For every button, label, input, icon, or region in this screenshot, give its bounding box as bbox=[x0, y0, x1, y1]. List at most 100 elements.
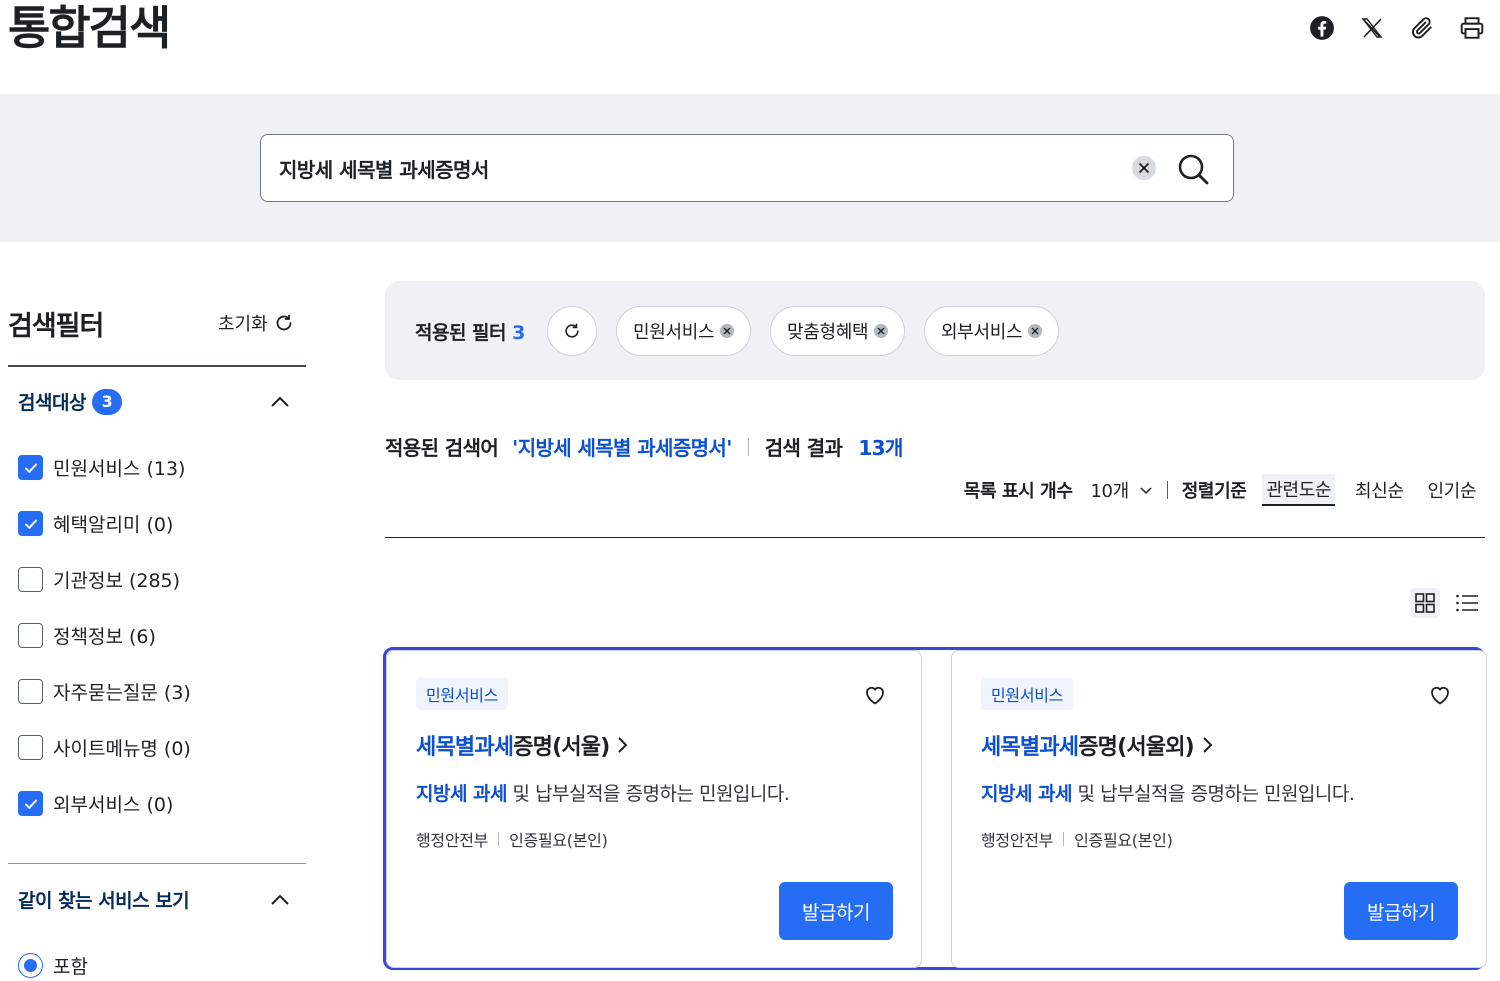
refresh-icon bbox=[276, 314, 292, 331]
view-toggle bbox=[1410, 588, 1482, 618]
chevron-up-icon[interactable] bbox=[268, 888, 292, 912]
sort-option-latest[interactable]: 최신순 bbox=[1351, 475, 1407, 505]
divider bbox=[498, 832, 500, 846]
reset-label: 초기화 bbox=[218, 314, 268, 335]
result-divider bbox=[385, 537, 1485, 538]
checkbox-row[interactable]: 민원서비스 (13) bbox=[18, 454, 185, 481]
card-desc-text: 및 납부실적을 증명하는 민원입니다. bbox=[507, 783, 790, 805]
card-meta: 행정안전부 인증필요(본인) bbox=[981, 827, 1173, 851]
filter-reset-button[interactable]: 초기화 bbox=[218, 310, 294, 336]
checkbox-row[interactable]: 정책정보 (6) bbox=[18, 622, 156, 649]
checkbox-row[interactable]: 기관정보 (285) bbox=[18, 566, 180, 593]
sidebar-divider bbox=[8, 365, 306, 367]
check-icon bbox=[24, 799, 37, 809]
filter-chip[interactable]: 맞춤형혜택 bbox=[770, 306, 906, 356]
checkbox-label: 외부서비스 (0) bbox=[53, 794, 174, 816]
search-button[interactable] bbox=[1175, 151, 1211, 187]
checkbox-label: 정책정보 (6) bbox=[53, 626, 156, 648]
page-size-select[interactable]: 10개 bbox=[1090, 477, 1152, 503]
issue-button[interactable]: 발급하기 bbox=[1344, 882, 1458, 940]
result-card-group: 민원서비스 세목별과세증명(서울) 지방세 과세 및 납부실적을 증명하는 민원… bbox=[383, 647, 1487, 970]
radio-button[interactable] bbox=[18, 953, 43, 978]
card-desc-text: 및 납부실적을 증명하는 민원입니다. bbox=[1072, 783, 1355, 805]
card-category-tag: 민원서비스 bbox=[416, 678, 509, 710]
applied-filters-box: 적용된 필터 3 민원서비스 맞춤형혜택 외부서비스 bbox=[385, 281, 1485, 380]
search-input[interactable] bbox=[279, 135, 1119, 201]
clear-search-button[interactable] bbox=[1132, 156, 1156, 180]
checkbox[interactable] bbox=[18, 623, 43, 648]
section-title: 같이 찾는 서비스 보기 bbox=[18, 890, 190, 912]
checkbox[interactable] bbox=[18, 735, 43, 760]
link-icon[interactable] bbox=[1408, 14, 1436, 42]
close-icon bbox=[1138, 162, 1150, 174]
grid-view-button[interactable] bbox=[1410, 588, 1440, 618]
checkbox[interactable] bbox=[18, 455, 43, 480]
sort-option-popular[interactable]: 인기순 bbox=[1424, 475, 1480, 505]
share-toolbar bbox=[1308, 14, 1486, 42]
checkbox-label: 자주묻는질문 (3) bbox=[53, 682, 191, 704]
checkbox-label: 민원서비스 (13) bbox=[53, 458, 186, 480]
card-organization: 행정안전부 bbox=[416, 831, 489, 850]
chevron-down-icon bbox=[1140, 487, 1152, 495]
filter-chip[interactable]: 민원서비스 bbox=[616, 306, 752, 356]
issue-button[interactable]: 발급하기 bbox=[779, 882, 893, 940]
result-label: 검색 결과 bbox=[764, 436, 843, 460]
checkbox-row[interactable]: 외부서비스 (0) bbox=[18, 790, 173, 817]
section-title: 검색대상 bbox=[18, 392, 86, 414]
checkbox[interactable] bbox=[18, 791, 43, 816]
search-box bbox=[260, 134, 1234, 202]
checkbox-label: 혜택알리미 (0) bbox=[53, 514, 174, 536]
checkbox-row[interactable]: 혜택알리미 (0) bbox=[18, 510, 173, 537]
section-related-services[interactable]: 같이 찾는 서비스 보기 bbox=[18, 886, 190, 913]
x-icon[interactable] bbox=[1358, 14, 1386, 42]
check-icon bbox=[24, 463, 37, 473]
close-icon[interactable] bbox=[874, 324, 889, 338]
card-category-tag: 민원서비스 bbox=[981, 678, 1074, 710]
list-icon bbox=[1456, 594, 1478, 612]
section-search-target[interactable]: 검색대상 3 bbox=[18, 388, 122, 415]
grid-icon bbox=[1415, 593, 1435, 613]
close-icon[interactable] bbox=[720, 324, 735, 338]
keyword-label: 적용된 검색어 bbox=[385, 436, 499, 460]
radio-include[interactable]: 포함 bbox=[18, 952, 88, 979]
card-title-link[interactable]: 세목별과세증명(서울) bbox=[416, 729, 631, 761]
sort-bar: 목록 표시 개수 10개 정렬기준 관련도순 최신순 인기순 bbox=[964, 474, 1480, 506]
close-icon[interactable] bbox=[1028, 324, 1043, 338]
count-badge: 3 bbox=[91, 388, 122, 415]
card-desc-highlight: 지방세 과세 bbox=[981, 783, 1073, 805]
checkbox-row[interactable]: 자주묻는질문 (3) bbox=[18, 678, 191, 705]
chevron-up-icon[interactable] bbox=[268, 390, 292, 414]
checkbox-row[interactable]: 사이트메뉴명 (0) bbox=[18, 734, 191, 761]
heart-icon[interactable] bbox=[863, 683, 887, 707]
checkbox[interactable] bbox=[18, 567, 43, 592]
filter-title: 검색필터 bbox=[8, 311, 104, 342]
applied-filter-reset-button[interactable] bbox=[547, 306, 597, 356]
page-size-label: 목록 표시 개수 bbox=[963, 481, 1073, 502]
card-title-link[interactable]: 세목별과세증명(서울외) bbox=[981, 729, 1216, 761]
facebook-icon[interactable] bbox=[1308, 14, 1336, 42]
applied-keyword: '지방세 세목별 과세증명서' bbox=[512, 436, 732, 460]
divider bbox=[747, 437, 749, 456]
applied-filter-text: 적용된 필터 bbox=[415, 322, 507, 344]
filter-chip[interactable]: 외부서비스 bbox=[924, 306, 1060, 356]
sort-option-relevance[interactable]: 관련도순 bbox=[1262, 474, 1336, 506]
checkbox[interactable] bbox=[18, 511, 43, 536]
result-card: 민원서비스 세목별과세증명(서울) 지방세 과세 및 납부실적을 증명하는 민원… bbox=[386, 650, 922, 968]
checkbox[interactable] bbox=[18, 679, 43, 704]
card-meta: 행정안전부 인증필요(본인) bbox=[416, 827, 608, 851]
chip-label: 맞춤형혜택 bbox=[787, 322, 869, 343]
card-desc-highlight: 지방세 과세 bbox=[416, 783, 508, 805]
sidebar-divider bbox=[8, 863, 306, 864]
chevron-right-icon bbox=[618, 737, 628, 753]
refresh-icon bbox=[565, 323, 579, 338]
search-band bbox=[0, 94, 1500, 242]
list-view-button[interactable] bbox=[1452, 588, 1482, 618]
card-title-text: 증명(서울) bbox=[513, 735, 610, 760]
chevron-right-icon bbox=[1203, 737, 1213, 753]
result-count: 13개 bbox=[858, 436, 903, 460]
result-card: 민원서비스 세목별과세증명(서울외) 지방세 과세 및 납부실적을 증명하는 민… bbox=[951, 650, 1487, 968]
card-auth-requirement: 인증필요(본인) bbox=[1074, 831, 1173, 850]
heart-icon[interactable] bbox=[1428, 683, 1452, 707]
divider bbox=[1166, 481, 1168, 499]
print-icon[interactable] bbox=[1458, 14, 1486, 42]
